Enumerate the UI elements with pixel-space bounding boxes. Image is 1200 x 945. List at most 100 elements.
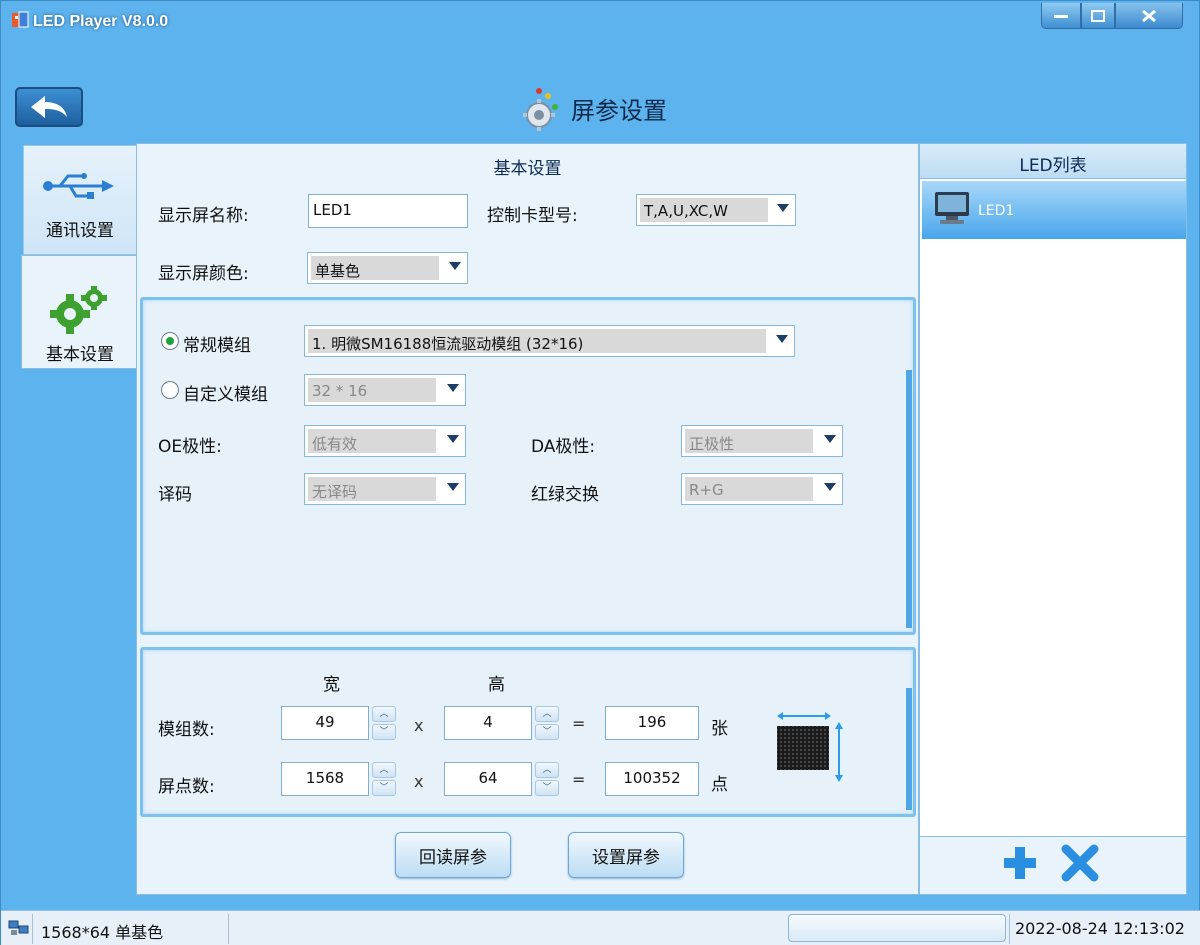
stepper-down-icon[interactable]: ﹀ [372, 780, 396, 796]
minimize-icon [1054, 14, 1068, 18]
led-matrix-dimension-icon [777, 712, 843, 782]
module-width-input[interactable]: 49 [281, 706, 369, 740]
chevron-down-icon [449, 262, 461, 270]
da-polarity-value: 正极性 [685, 429, 813, 453]
custom-module-radio[interactable] [161, 381, 179, 399]
progress-bar [788, 914, 1006, 942]
module-group: 常规模组 1. 明微SM16188恒流驱动模组 (32*16) 自定义模组 32… [140, 297, 916, 635]
gears-icon [50, 286, 107, 334]
status-separator [228, 914, 229, 944]
pixel-width-input[interactable]: 1568 [281, 762, 369, 796]
window-title: LED Player V8.0.0 [33, 13, 169, 30]
stepper-down-icon[interactable]: ﹀ [372, 724, 396, 740]
status-time: 2022-08-24 12:13:02 [1015, 919, 1185, 938]
tab-basic-label: 基本设置 [46, 345, 114, 365]
scrollbar[interactable] [906, 370, 912, 628]
usb-icon [43, 173, 114, 199]
close-button[interactable] [1115, 3, 1183, 29]
card-model-value: T,A,U,XC,W [640, 198, 768, 222]
equals-sign: = [572, 714, 586, 733]
stepper-down-icon[interactable]: ﹀ [535, 724, 559, 740]
led-item-label: LED1 [978, 203, 1015, 219]
header-title-area: 屏参设置 [521, 85, 667, 131]
chevron-down-icon [824, 483, 836, 491]
height-header: 高 [488, 675, 505, 695]
pixel-count-label: 屏点数: [158, 777, 215, 797]
da-polarity-label: DA极性: [531, 437, 596, 457]
pixel-unit-label: 点 [711, 775, 728, 795]
size-group: 宽 高 模组数: 49 ︿ ﹀ x 4 ︿ ﹀ = 196 张 屏点数: 156… [140, 647, 916, 817]
card-model-label: 控制卡型号: [487, 206, 578, 226]
back-button[interactable] [15, 87, 83, 127]
window-controls [1041, 3, 1183, 29]
minimize-button[interactable] [1041, 3, 1081, 29]
screen-color-value: 单基色 [311, 256, 439, 280]
module-height-input[interactable]: 4 [444, 706, 532, 740]
module-unit-label: 张 [711, 719, 728, 739]
module-height-stepper[interactable]: ︿ ﹀ [535, 706, 559, 740]
tab-comm-settings[interactable]: 通讯设置 [23, 145, 137, 255]
settings-gear-icon [523, 88, 558, 131]
status-separator [32, 914, 33, 944]
chevron-down-icon [824, 435, 836, 443]
pixel-height-input[interactable]: 64 [444, 762, 532, 796]
basic-settings-panel: 基本设置 显示屏名称: LED1 控制卡型号: T,A,U,XC,W 显示屏颜色… [136, 143, 919, 895]
rg-swap-select[interactable]: R+G [681, 473, 843, 505]
stepper-down-icon[interactable]: ﹀ [535, 780, 559, 796]
pixel-width-stepper[interactable]: ︿ ﹀ [372, 762, 396, 796]
times-sign: x [414, 772, 424, 791]
app-window: LED Player V8.0.0 屏参设置 通讯设置 基本设置 基本设置 显示… [0, 0, 1200, 945]
standard-module-select[interactable]: 1. 明微SM16188恒流驱动模组 (32*16) [304, 325, 795, 357]
rg-swap-label: 红绿交换 [531, 485, 599, 505]
chevron-down-icon [447, 384, 459, 392]
scrollbar[interactable] [906, 688, 912, 810]
module-total-value: 196 [605, 706, 699, 740]
da-polarity-select[interactable]: 正极性 [681, 425, 843, 457]
chevron-down-icon [777, 204, 789, 212]
equals-sign: = [572, 770, 586, 789]
standard-module-value: 1. 明微SM16188恒流驱动模组 (32*16) [308, 329, 766, 353]
readback-button[interactable]: 回读屏参 [395, 832, 511, 878]
back-arrow-icon [31, 96, 67, 118]
pixel-total-value: 100352 [605, 762, 699, 796]
led-list-toolbar [919, 837, 1187, 895]
plus-icon [1004, 847, 1036, 879]
title-bar: LED Player V8.0.0 [1, 1, 1200, 45]
module-width-stepper[interactable]: ︿ ﹀ [372, 706, 396, 740]
custom-module-label: 自定义模组 [183, 385, 268, 405]
led-list: LED1 [919, 179, 1187, 837]
close-x-icon [1061, 844, 1099, 882]
screen-name-label: 显示屏名称: [158, 206, 249, 226]
stepper-up-icon[interactable]: ︿ [372, 706, 396, 722]
decode-value: 无译码 [308, 477, 436, 501]
add-led-button[interactable] [1000, 843, 1040, 883]
screen-name-input[interactable]: LED1 [308, 194, 468, 228]
app-logo-icon [12, 11, 29, 28]
standard-module-radio[interactable] [161, 332, 179, 350]
maximize-button[interactable] [1081, 3, 1115, 29]
tab-basic-settings[interactable]: 基本设置 [21, 255, 138, 369]
oe-polarity-select[interactable]: 低有效 [304, 425, 466, 457]
custom-module-select[interactable]: 32 * 16 [304, 374, 466, 406]
stepper-up-icon[interactable]: ︿ [535, 706, 559, 722]
list-item[interactable]: LED1 [922, 181, 1186, 239]
pixel-height-stepper[interactable]: ︿ ﹀ [535, 762, 559, 796]
section-title: 基本设置 [493, 159, 562, 179]
set-params-button[interactable]: 设置屏参 [568, 832, 684, 878]
card-model-select[interactable]: T,A,U,XC,W [636, 194, 796, 226]
network-status-icon [8, 920, 29, 935]
screen-color-label: 显示屏颜色: [158, 264, 249, 284]
chevron-down-icon [776, 335, 788, 343]
chevron-down-icon [447, 435, 459, 443]
screen-color-select[interactable]: 单基色 [307, 252, 468, 284]
stepper-up-icon[interactable]: ︿ [372, 762, 396, 778]
rg-swap-value: R+G [685, 477, 813, 501]
stepper-up-icon[interactable]: ︿ [535, 762, 559, 778]
delete-led-button[interactable] [1060, 843, 1100, 883]
status-bar: 1568*64 单基色 2022-08-24 12:13:02 [1, 910, 1200, 945]
close-icon [1142, 9, 1156, 22]
module-count-label: 模组数: [158, 720, 215, 740]
led-list-title: LED列表 [919, 143, 1187, 179]
decode-select[interactable]: 无译码 [304, 473, 466, 505]
chevron-down-icon [447, 483, 459, 491]
